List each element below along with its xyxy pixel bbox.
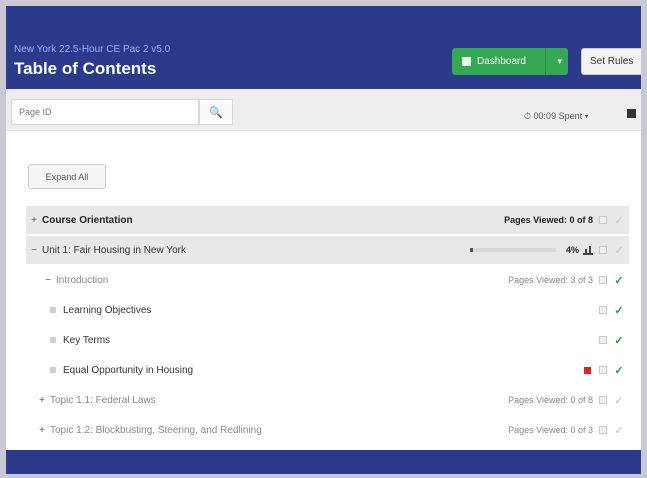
toc-row-topic-1-2[interactable]: + Topic 1.2: Blockbusting, Steering, and… [26,416,629,444]
toc-row-key-terms[interactable]: Key Terms ✓ [26,326,629,354]
lock-icon [599,246,607,254]
page-search-input[interactable] [11,99,199,125]
lock-icon [599,216,607,224]
set-rules-button[interactable]: Set Rules [581,48,641,75]
check-icon: ✓ [614,394,624,407]
lock-icon [599,336,607,344]
row-label[interactable]: Learning Objectives [63,305,599,316]
collapse-icon[interactable]: − [40,275,56,286]
check-icon: ✓ [614,244,624,257]
progress-percent: 4% [565,245,579,255]
footer-bar [6,450,641,474]
collapse-icon[interactable]: − [26,245,42,256]
course-subtitle: New York 22.5-Hour CE Pac 2 v5.0 [14,44,171,55]
expand-icon[interactable]: + [26,215,42,226]
row-label[interactable]: Course Orientation [42,215,504,226]
expand-icon[interactable]: + [34,425,50,436]
toc-row-unit-1[interactable]: − Unit 1: Fair Housing in New York 4% ✓ [26,236,629,264]
search-toolbar: 🔍 ⏱ 00:09 Spent ▾ [6,89,641,131]
row-label[interactable]: Equal Opportunity in Housing [63,365,584,376]
screenshot-frame: New York 22.5-Hour CE Pac 2 v5.0 Table o… [0,0,647,478]
pages-viewed-text: Pages Viewed: 3 of 3 [508,275,593,285]
search-button[interactable]: 🔍 [199,99,233,125]
pages-viewed-text: Pages Viewed: 0 of 8 [508,395,593,405]
lock-icon [599,396,607,404]
bar-chart-icon[interactable] [583,245,593,255]
lock-icon [599,366,607,374]
chevron-down-icon: ▾ [584,111,589,121]
lock-icon [599,276,607,284]
row-label[interactable]: Unit 1: Fair Housing in New York [42,245,470,256]
page-title: Table of Contents [14,59,157,78]
unit-progress-bar [469,248,556,252]
check-icon: ✓ [614,424,624,437]
row-label[interactable]: Topic 1.2: Blockbusting, Steering, and R… [50,425,508,436]
expand-icon[interactable]: + [34,395,50,406]
toc-row-learning-objectives[interactable]: Learning Objectives ✓ [26,296,629,324]
row-label[interactable]: Key Terms [63,335,599,346]
header-bar: New York 22.5-Hour CE Pac 2 v5.0 Table o… [6,6,641,89]
print-icon[interactable] [627,109,636,118]
time-spent-dropdown[interactable]: ⏱ 00:09 Spent ▾ [524,111,588,122]
toc-row-equal-opportunity[interactable]: Equal Opportunity in Housing ✓ [26,356,629,384]
flag-icon [584,366,591,374]
check-icon: ✓ [614,364,624,377]
check-icon: ✓ [614,274,624,287]
progress-fill [469,248,474,252]
dashboard-divider [545,48,546,75]
dashboard-button[interactable]: Dashboard ▾ [452,48,568,75]
pages-viewed-text: Pages Viewed: 0 of 3 [508,425,593,435]
check-icon: ✓ [614,334,624,347]
toc-row-course-orientation[interactable]: + Course Orientation Pages Viewed: 0 of … [26,206,629,234]
page-bullet-icon [50,307,56,313]
toc-row-topic-1-1[interactable]: + Topic 1.1: Federal Laws Pages Viewed: … [26,386,629,414]
dashboard-label: Dashboard [477,56,526,67]
row-label[interactable]: Introduction [56,275,508,286]
chevron-down-icon[interactable]: ▾ [557,56,562,67]
lock-icon [599,426,607,434]
page-bullet-icon [50,337,56,343]
toc-row-introduction[interactable]: − Introduction Pages Viewed: 3 of 3 ✓ [26,266,629,294]
check-icon: ✓ [614,214,624,227]
check-icon: ✓ [614,304,624,317]
toc-content: Expand All + Course Orientation Pages Vi… [6,132,641,455]
page-bullet-icon [50,367,56,373]
row-label[interactable]: Topic 1.1: Federal Laws [50,395,508,406]
pages-viewed-text: Pages Viewed: 0 of 8 [504,215,593,225]
lock-icon [599,306,607,314]
dashboard-icon [462,57,471,66]
app-window: New York 22.5-Hour CE Pac 2 v5.0 Table o… [6,6,641,474]
search-icon: 🔍 [209,106,223,119]
time-spent-text: 00:09 Spent [533,111,583,121]
expand-all-button[interactable]: Expand All [28,164,106,189]
clock-icon: ⏱ [524,111,532,121]
